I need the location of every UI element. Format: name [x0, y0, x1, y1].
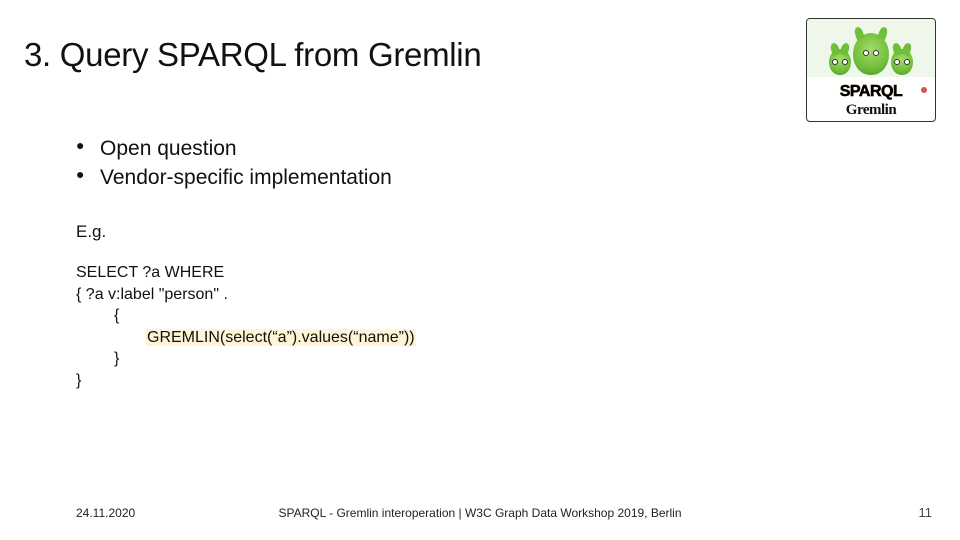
- gremlin-icon: [891, 49, 913, 75]
- code-line: {: [76, 305, 416, 327]
- gremlin-icon: [853, 33, 889, 75]
- bullet-item: Open question: [76, 134, 392, 163]
- code-line: SELECT ?a WHERE: [76, 262, 416, 284]
- code-line: GREMLIN(select(“a”).values(“name”)): [76, 327, 416, 349]
- footer-center-text: SPARQL - Gremlin interoperation | W3C Gr…: [0, 506, 960, 520]
- orange-dot-icon: [921, 87, 927, 93]
- code-line: }: [76, 370, 416, 392]
- gremlin-icon: [829, 49, 851, 75]
- bullet-text: Vendor-specific implementation: [100, 166, 392, 189]
- slide: 3. Query SPARQL from Gremlin SPARQL Grem…: [0, 0, 960, 540]
- gremlin-mascot-area: [807, 19, 935, 77]
- code-highlight: GREMLIN(select(“a”).values(“name”)): [146, 329, 416, 346]
- footer-page-number: 11: [919, 505, 933, 520]
- gremlin-label: Gremlin: [807, 102, 935, 119]
- code-example: SELECT ?a WHERE { ?a v:label "person" . …: [76, 262, 416, 392]
- example-label: E.g.: [76, 222, 106, 242]
- code-line: { ?a v:label "person" .: [76, 284, 416, 306]
- bullet-list: Open question Vendor-specific implementa…: [76, 134, 392, 193]
- bullet-item: Vendor-specific implementation: [76, 163, 392, 192]
- slide-title: 3. Query SPARQL from Gremlin: [24, 36, 481, 74]
- sparql-label: SPARQL: [807, 83, 935, 101]
- code-line: }: [76, 348, 416, 370]
- bullet-text: Open question: [100, 137, 237, 160]
- sparql-gremlin-logo: SPARQL Gremlin: [806, 18, 936, 122]
